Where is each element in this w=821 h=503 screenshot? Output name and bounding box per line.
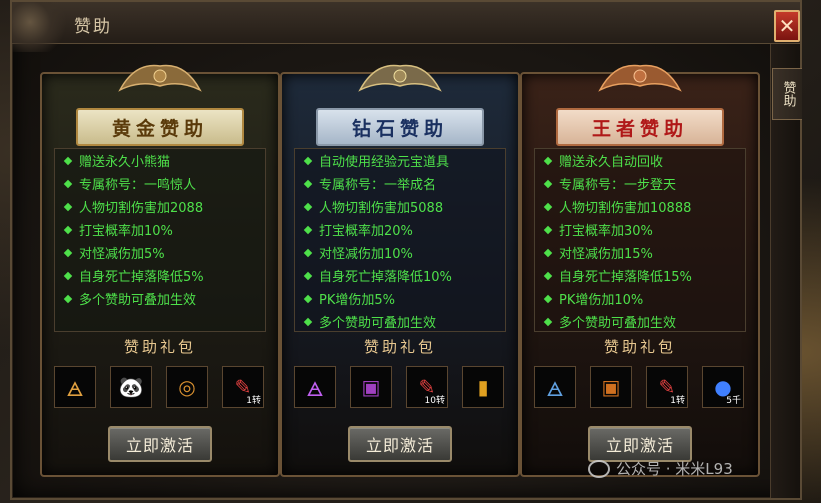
bullet-icon xyxy=(543,225,553,234)
list-item: 专属称号：一鸣惊人 xyxy=(63,172,255,195)
list-item: 人物切割伤害加10888 xyxy=(543,195,735,218)
list-item: 赠送永久自动回收 xyxy=(543,149,735,172)
list-item: 对怪减伤加10% xyxy=(303,241,495,264)
gift-item-slot[interactable]: 🜁 xyxy=(294,366,336,408)
window-title: 赞助 xyxy=(74,17,112,37)
bullet-icon xyxy=(63,294,73,303)
bullet-icon xyxy=(303,156,313,165)
bullet-icon xyxy=(63,156,73,165)
list-item: 多个赞助可叠加生效 xyxy=(543,310,735,333)
activate-button[interactable]: 立即激活 xyxy=(108,426,212,462)
list-item: 对怪减伤加5% xyxy=(63,241,255,264)
bullet-icon xyxy=(63,179,73,188)
wing-icon: 🜁 xyxy=(546,376,564,401)
list-item: 自身死亡掉落降低10% xyxy=(303,264,495,287)
list-item: 打宝概率加20% xyxy=(303,218,495,241)
bullet-icon xyxy=(543,248,553,257)
list-item: 人物切割伤害加5088 xyxy=(303,195,495,218)
gift-item-list: 🜁 ▣ ✎ 1转 ● 5千 xyxy=(534,366,758,410)
demon-crest-icon xyxy=(595,60,685,100)
bullet-icon xyxy=(303,225,313,234)
panda-icon: 🐼 xyxy=(118,375,144,399)
gift-item-slot[interactable]: 🜁 xyxy=(54,366,96,408)
treasure-chest-icon: ▣ xyxy=(601,375,621,399)
gift-item-slot[interactable]: 🜁 xyxy=(534,366,576,408)
bullet-icon xyxy=(543,156,553,165)
panel-title: 王者赞助 xyxy=(556,108,724,146)
bullet-icon xyxy=(543,317,553,326)
panel-gold-sponsor: 黄金赞助 赠送永久小熊猫 专属称号：一鸣惊人 人物切割伤害加2088 打宝概率加… xyxy=(40,64,280,477)
gold-card-icon: ▮ xyxy=(477,375,489,399)
panel-king-sponsor: 王者赞助 赠送永久自动回收 专属称号：一步登天 人物切割伤害加10888 打宝概… xyxy=(520,64,760,477)
close-button[interactable]: ✕ xyxy=(774,10,800,42)
gift-item-slot[interactable]: 🐼 xyxy=(110,366,152,408)
bullet-icon xyxy=(543,294,553,303)
bullet-icon xyxy=(303,179,313,188)
treasure-chest-icon: ▣ xyxy=(361,375,381,399)
dragon-ornament-icon xyxy=(12,2,72,52)
feature-list: 赠送永久自动回收 专属称号：一步登天 人物切割伤害加10888 打宝概率加30%… xyxy=(534,148,746,332)
list-item: 自身死亡掉落降低15% xyxy=(543,264,735,287)
activate-button[interactable]: 立即激活 xyxy=(588,426,692,462)
list-item: 赠送永久小熊猫 xyxy=(63,149,255,172)
bullet-icon xyxy=(303,202,313,211)
list-item: 打宝概率加30% xyxy=(543,218,735,241)
gift-pack-title: 赞助礼包 xyxy=(363,338,436,356)
watermark: 公众号 · 米米L93 xyxy=(588,458,733,479)
gift-item-list: 🜁 🐼 ◎ ✎ 1转 xyxy=(54,366,278,410)
feature-list: 赠送永久小熊猫 专属称号：一鸣惊人 人物切割伤害加2088 打宝概率加10% 对… xyxy=(54,148,266,332)
panel-title: 钻石赞助 xyxy=(316,108,484,146)
gift-item-slot[interactable]: ● 5千 xyxy=(702,366,744,408)
list-item: 人物切割伤害加2088 xyxy=(63,195,255,218)
list-item: 自身死亡掉落降低5% xyxy=(63,264,255,287)
list-item: 对怪减伤加15% xyxy=(543,241,735,264)
gift-item-slot[interactable]: ✎ 1转 xyxy=(222,366,264,408)
feature-list: 自动使用经验元宝道具 专属称号：一举成名 人物切割伤害加5088 打宝概率加20… xyxy=(294,148,506,332)
gift-item-slot[interactable]: ◎ xyxy=(166,366,208,408)
bullet-icon xyxy=(303,317,313,326)
bullet-icon xyxy=(63,271,73,280)
titlebar[interactable]: 赞助 xyxy=(12,2,800,52)
gift-pack-title: 赞助礼包 xyxy=(123,338,196,356)
gift-item-slot[interactable]: ✎ 1转 xyxy=(646,366,688,408)
gift-item-slot[interactable]: ▣ xyxy=(350,366,392,408)
bullet-icon xyxy=(543,202,553,211)
watermark-text: 公众号 · 米米L93 xyxy=(616,460,733,478)
list-item: 自动使用经验元宝道具 xyxy=(303,149,495,172)
bullet-icon xyxy=(303,294,313,303)
bullet-icon xyxy=(543,271,553,280)
gift-item-slot[interactable]: ▣ xyxy=(590,366,632,408)
gift-item-slot[interactable]: ✎ 10转 xyxy=(406,366,448,408)
wing-icon: 🜁 xyxy=(306,376,324,401)
bullet-icon xyxy=(543,179,553,188)
list-item: PK增伤加10% xyxy=(543,287,735,310)
sponsor-window: 赞助 ✕ 赞助 黄金赞助 赠送永久小熊猫 专属称号：一鸣惊人 人物切割伤害加20… xyxy=(10,0,802,500)
list-item: 专属称号：一步登天 xyxy=(543,172,735,195)
tab-sponsor[interactable]: 赞助 xyxy=(772,68,802,120)
panel-diamond-sponsor: 钻石赞助 自动使用经验元宝道具 专属称号：一举成名 人物切割伤害加5088 打宝… xyxy=(280,64,520,477)
gift-item-slot[interactable]: ▮ xyxy=(462,366,504,408)
bullet-icon xyxy=(303,248,313,257)
activate-button[interactable]: 立即激活 xyxy=(348,426,452,462)
demon-crest-icon xyxy=(115,60,205,100)
list-item: 专属称号：一举成名 xyxy=(303,172,495,195)
list-item: 多个赞助可叠加生效 xyxy=(63,287,255,310)
list-item: 打宝概率加10% xyxy=(63,218,255,241)
list-item: PK增伤加5% xyxy=(303,287,495,310)
list-item: 多个赞助可叠加生效 xyxy=(303,310,495,333)
bullet-icon xyxy=(63,225,73,234)
demon-crest-icon xyxy=(355,60,445,100)
panel-title: 黄金赞助 xyxy=(76,108,244,146)
gift-pack-title: 赞助礼包 xyxy=(603,338,676,356)
gift-item-list: 🜁 ▣ ✎ 10转 ▮ xyxy=(294,366,518,410)
wechat-logo-icon xyxy=(588,459,610,478)
bullet-icon xyxy=(303,271,313,280)
medal-icon: ◎ xyxy=(178,375,196,399)
bullet-icon xyxy=(63,202,73,211)
wing-icon: 🜁 xyxy=(66,376,84,401)
bullet-icon xyxy=(63,248,73,257)
